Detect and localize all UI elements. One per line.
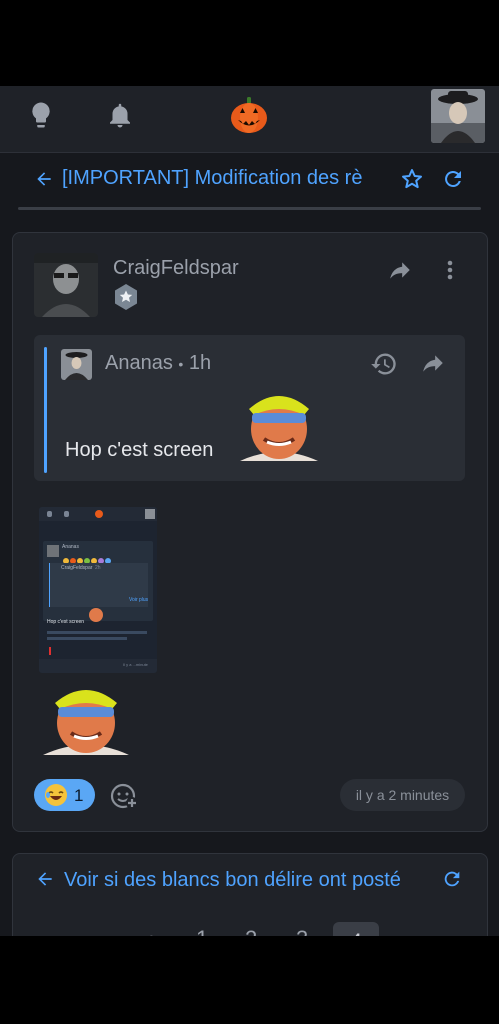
page-link[interactable]: 3	[296, 926, 308, 936]
post-avatar[interactable]	[34, 253, 98, 317]
post-timestamp: il y a 2 minutes	[340, 779, 465, 811]
thumb-button: Il y a ...minute	[123, 662, 148, 667]
top-nav	[0, 86, 499, 153]
quote-meta: Ananas • 1h	[105, 352, 211, 375]
thumb-author: Ananas	[62, 544, 79, 550]
quote-bar	[44, 347, 47, 473]
pumpkin-icon[interactable]	[229, 95, 269, 135]
next-thread-title[interactable]: Voir si des blancs bon délire ont posté	[64, 869, 401, 892]
add-reaction-icon[interactable]	[109, 781, 139, 811]
thumb-text: Hop c'est screen	[47, 619, 85, 625]
page-link[interactable]: 1	[196, 926, 208, 936]
back-arrow-icon[interactable]	[34, 168, 54, 190]
badge-icon	[112, 283, 140, 311]
divider	[18, 207, 481, 210]
quote-avatar	[61, 349, 92, 380]
bell-icon[interactable]	[105, 100, 135, 130]
post-username[interactable]: CraigFeldspar	[113, 257, 239, 280]
history-icon[interactable]	[370, 350, 398, 378]
page-link[interactable]: 2	[245, 926, 257, 936]
lightbulb-icon[interactable]	[26, 100, 56, 130]
quote-separator: •	[178, 356, 184, 372]
app: [IMPORTANT] Modification des rè CraigFel…	[0, 86, 499, 936]
quote-share-icon[interactable]	[420, 350, 446, 376]
back-arrow-icon[interactable]	[35, 868, 55, 890]
thread-title[interactable]: [IMPORTANT] Modification des rè	[62, 167, 388, 190]
page-current[interactable]: 4	[333, 922, 379, 936]
share-icon[interactable]	[387, 257, 413, 283]
user-avatar[interactable]	[431, 89, 485, 143]
star-icon[interactable]	[400, 167, 424, 191]
thread-header: [IMPORTANT] Modification des rè	[0, 154, 499, 210]
kebab-icon[interactable]	[440, 257, 460, 283]
post-card: CraigFeldspar Ananas • 1h Hop c'est scre…	[12, 232, 488, 832]
next-thread-card: Voir si des blancs bon délire ont posté …	[12, 853, 488, 936]
reaction-chip[interactable]: 1	[34, 779, 95, 811]
quote-text: Hop c'est screen	[65, 439, 214, 461]
screenshot-attachment[interactable]: Ananas CraigFeldspar 2h Voir plus Hop c'…	[39, 507, 157, 673]
quote-block[interactable]: Ananas • 1h Hop c'est screen	[34, 335, 465, 481]
reaction-count: 1	[74, 786, 84, 805]
thumb-quoted-user: CraigFeldspar	[61, 565, 93, 571]
thumb-quoted-time: 2h	[95, 565, 101, 571]
face-sticker-large-icon	[41, 681, 131, 755]
refresh-icon[interactable]	[441, 167, 465, 191]
pagination: ‹ 1 2 3 4	[13, 922, 487, 936]
page-prev[interactable]: ‹	[146, 926, 153, 936]
laugh-emoji-icon	[44, 783, 68, 807]
thumb-see-more: Voir plus	[129, 597, 149, 603]
face-sticker-icon	[234, 387, 324, 461]
quote-author[interactable]: Ananas	[105, 352, 173, 374]
refresh-icon[interactable]	[441, 868, 463, 890]
quote-time: 1h	[188, 352, 212, 374]
